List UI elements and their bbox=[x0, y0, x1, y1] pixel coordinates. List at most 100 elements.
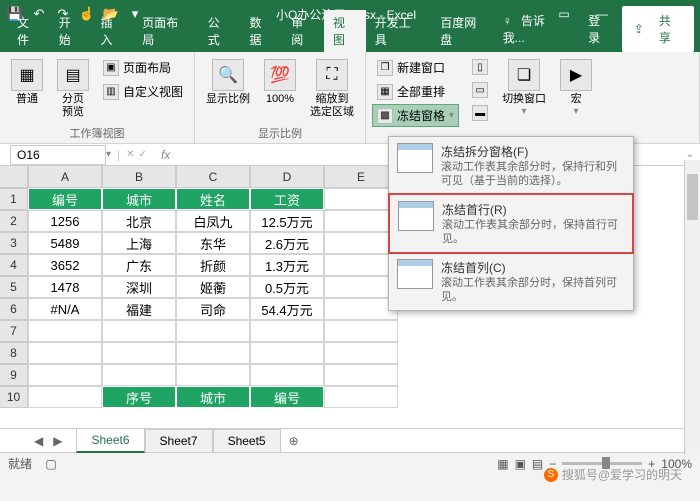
cell[interactable]: #N/A bbox=[28, 298, 102, 320]
share-button[interactable]: ⇪共享 bbox=[622, 6, 694, 52]
column-header[interactable]: B bbox=[102, 166, 176, 188]
freeze-panes-button[interactable]: ▩冻结窗格 ▾ bbox=[372, 104, 459, 127]
row-header[interactable]: 4 bbox=[0, 254, 28, 276]
cancel-icon[interactable]: ✕ bbox=[126, 149, 134, 160]
arrange-all-button[interactable]: ▦全部重排 bbox=[372, 80, 459, 103]
tab-formulas[interactable]: 公式 bbox=[199, 10, 241, 52]
cell[interactable]: 1256 bbox=[28, 210, 102, 232]
view-pagebreak-icon[interactable]: ▤ bbox=[532, 457, 543, 471]
tab-file[interactable]: 文件 bbox=[8, 10, 50, 52]
unhide-button[interactable]: ▬ bbox=[467, 102, 493, 124]
cell[interactable]: 城市 bbox=[176, 386, 250, 408]
cell[interactable]: 3652 bbox=[28, 254, 102, 276]
row-header[interactable]: 10 bbox=[0, 386, 28, 408]
cell[interactable] bbox=[324, 364, 398, 386]
cell[interactable]: 东华 bbox=[176, 232, 250, 254]
zoom-selection-button[interactable]: ⛶缩放到 选定区域 bbox=[305, 56, 359, 122]
zoom-button[interactable]: 🔍显示比例 bbox=[201, 56, 255, 109]
cell[interactable]: 1.3万元 bbox=[250, 254, 324, 276]
freeze-top-row-item[interactable]: 冻结首行(R)滚动工作表其余部分时，保持首行可见。 bbox=[388, 193, 634, 254]
row-header[interactable]: 9 bbox=[0, 364, 28, 386]
custom-views-button[interactable]: ▥自定义视图 bbox=[98, 80, 188, 103]
cell[interactable] bbox=[324, 298, 398, 320]
cell[interactable]: 广东 bbox=[102, 254, 176, 276]
column-header[interactable]: A bbox=[28, 166, 102, 188]
column-header[interactable]: D bbox=[250, 166, 324, 188]
tab-home[interactable]: 开始 bbox=[50, 10, 92, 52]
cell[interactable]: 序号 bbox=[102, 386, 176, 408]
cell[interactable] bbox=[28, 320, 102, 342]
new-window-button[interactable]: ❐新建窗口 bbox=[372, 56, 459, 79]
cell[interactable] bbox=[324, 254, 398, 276]
cell[interactable]: 北京 bbox=[102, 210, 176, 232]
cell[interactable]: 编号 bbox=[250, 386, 324, 408]
column-header[interactable]: C bbox=[176, 166, 250, 188]
cell[interactable]: 12.5万元 bbox=[250, 210, 324, 232]
cell[interactable] bbox=[250, 320, 324, 342]
column-header[interactable]: E bbox=[324, 166, 398, 188]
cell[interactable] bbox=[28, 386, 102, 408]
zoom-slider[interactable] bbox=[562, 462, 642, 465]
row-header[interactable]: 2 bbox=[0, 210, 28, 232]
cell[interactable] bbox=[324, 188, 398, 210]
tab-insert[interactable]: 插入 bbox=[92, 10, 134, 52]
cell[interactable]: 54.4万元 bbox=[250, 298, 324, 320]
row-header[interactable]: 5 bbox=[0, 276, 28, 298]
cell[interactable]: 工资 bbox=[250, 188, 324, 210]
cell[interactable] bbox=[324, 276, 398, 298]
pagelayout-button[interactable]: ▣页面布局 bbox=[98, 56, 188, 79]
switch-window-button[interactable]: ❏切换窗口▾ bbox=[497, 56, 551, 120]
cell[interactable] bbox=[102, 364, 176, 386]
sheet-nav-prev-icon[interactable]: ◀ bbox=[30, 432, 47, 450]
cell[interactable] bbox=[102, 342, 176, 364]
row-header[interactable]: 6 bbox=[0, 298, 28, 320]
row-header[interactable]: 8 bbox=[0, 342, 28, 364]
sheet-tab[interactable]: Sheet5 bbox=[213, 429, 281, 452]
cell[interactable] bbox=[250, 364, 324, 386]
cell[interactable] bbox=[28, 364, 102, 386]
cell[interactable] bbox=[324, 232, 398, 254]
pagebreak-view-button[interactable]: ▤分页 预览 bbox=[52, 56, 94, 122]
cell[interactable]: 1478 bbox=[28, 276, 102, 298]
cell[interactable] bbox=[102, 320, 176, 342]
cell[interactable]: 福建 bbox=[102, 298, 176, 320]
cell[interactable] bbox=[324, 386, 398, 408]
cell[interactable]: 上海 bbox=[102, 232, 176, 254]
cell[interactable] bbox=[176, 364, 250, 386]
cell[interactable]: 0.5万元 bbox=[250, 276, 324, 298]
cell[interactable] bbox=[324, 210, 398, 232]
view-normal-icon[interactable]: ▦ bbox=[497, 457, 508, 471]
macro-record-icon[interactable]: ▢ bbox=[45, 457, 56, 471]
enter-icon[interactable]: ✓ bbox=[135, 149, 151, 160]
expand-formula-icon[interactable]: ⌄ bbox=[680, 149, 700, 160]
row-header[interactable]: 1 bbox=[0, 188, 28, 210]
sheet-tab[interactable]: Sheet6 bbox=[76, 428, 144, 453]
cell[interactable]: 白凤九 bbox=[176, 210, 250, 232]
normal-view-button[interactable]: ▦普通 bbox=[6, 56, 48, 109]
tab-baidu[interactable]: 百度网盘 bbox=[431, 10, 496, 52]
cell[interactable]: 深圳 bbox=[102, 276, 176, 298]
split-button[interactable]: ▯ bbox=[467, 56, 493, 78]
cell[interactable] bbox=[28, 342, 102, 364]
tellme[interactable]: ♀ 告诉我... bbox=[497, 9, 578, 49]
cell[interactable] bbox=[324, 342, 398, 364]
fx-icon[interactable]: fx bbox=[151, 148, 180, 162]
cell[interactable]: 城市 bbox=[102, 188, 176, 210]
cell[interactable]: 折颜 bbox=[176, 254, 250, 276]
cell[interactable]: 姓名 bbox=[176, 188, 250, 210]
new-sheet-button[interactable]: ⊕ bbox=[281, 430, 307, 452]
tab-pagelayout[interactable]: 页面布局 bbox=[133, 10, 198, 52]
cell[interactable] bbox=[176, 342, 250, 364]
cell[interactable]: 姬蘅 bbox=[176, 276, 250, 298]
tab-data[interactable]: 数据 bbox=[240, 10, 282, 52]
cell[interactable]: 2.6万元 bbox=[250, 232, 324, 254]
view-pagelayout-icon[interactable]: ▣ bbox=[515, 457, 526, 471]
cell[interactable] bbox=[250, 342, 324, 364]
cell[interactable] bbox=[176, 320, 250, 342]
tab-review[interactable]: 审阅 bbox=[282, 10, 324, 52]
freeze-panes-item[interactable]: 冻结拆分窗格(F)滚动工作表其余部分时，保持行和列可见（基于当前的选择）。 bbox=[389, 137, 633, 194]
cell[interactable]: 5489 bbox=[28, 232, 102, 254]
tab-developer[interactable]: 开发工具 bbox=[366, 10, 431, 52]
hide-button[interactable]: ▭ bbox=[467, 79, 493, 101]
macros-button[interactable]: ▶宏▾ bbox=[555, 56, 597, 120]
